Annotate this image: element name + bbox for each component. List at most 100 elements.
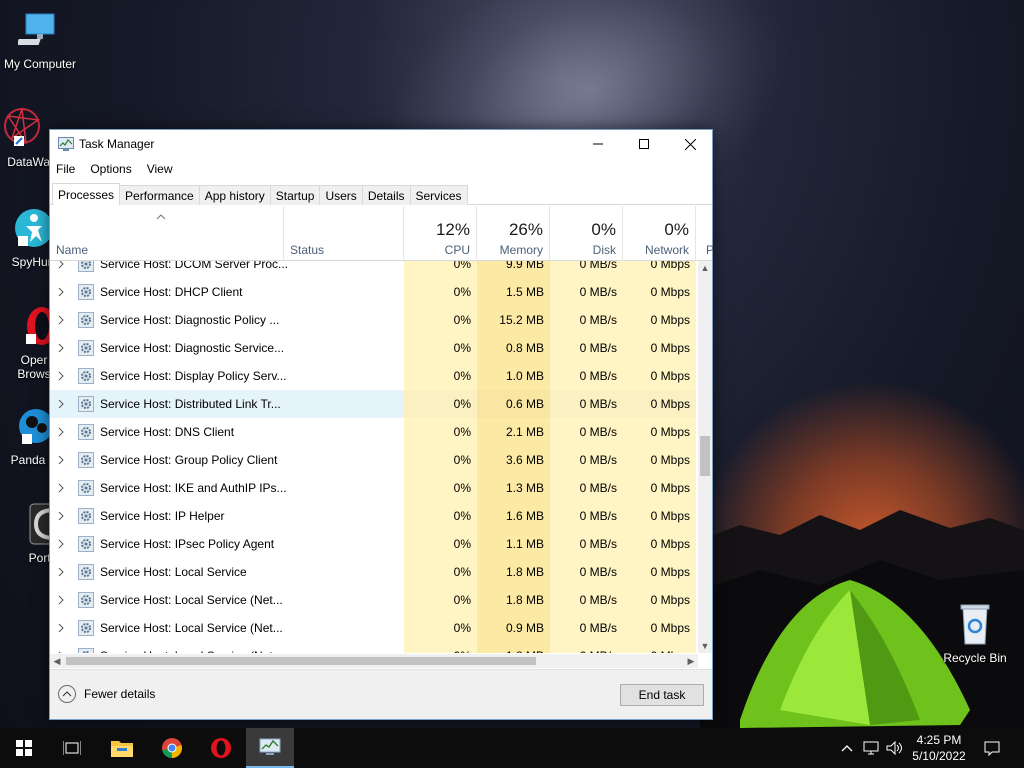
column-disk-label: Disk <box>592 243 616 257</box>
chevron-right-icon[interactable] <box>58 567 64 577</box>
process-network: 0 Mbps <box>623 642 696 653</box>
chrome-button[interactable] <box>148 728 196 768</box>
chevron-right-icon[interactable] <box>58 261 64 269</box>
service-gear-icon <box>78 564 94 580</box>
scroll-down-arrow-icon[interactable]: ▼ <box>698 639 712 653</box>
chevron-right-icon[interactable] <box>58 371 64 381</box>
process-row[interactable]: Service Host: DCOM Server Proc... 0% 9.9 M… <box>50 261 698 278</box>
process-row[interactable]: Service Host: DHCP Client 0% 1.5 MB 0 MB/s 0… <box>50 278 698 306</box>
chevron-right-icon[interactable] <box>58 315 64 325</box>
file-explorer-button[interactable] <box>98 728 146 768</box>
desktop-icon-my-computer[interactable]: My Computer <box>0 8 80 72</box>
process-row[interactable]: Service Host: Distributed Link Tr... 0% 0.… <box>50 390 698 418</box>
process-row[interactable]: Service Host: DNS Client 0% 2.1 MB 0 MB/s 0 … <box>50 418 698 446</box>
scroll-right-arrow-icon[interactable]: ▶ <box>684 654 698 668</box>
process-name: Service Host: Display Policy Serv... <box>100 369 287 383</box>
process-disk: 0 MB/s <box>550 306 623 334</box>
process-cpu: 0% <box>404 586 477 614</box>
maximize-icon <box>639 139 649 149</box>
chevron-right-icon[interactable] <box>58 539 64 549</box>
chevron-right-icon[interactable] <box>58 427 64 437</box>
task-manager-window[interactable]: Task Manager File Options View Processes… <box>49 129 714 720</box>
start-button[interactable] <box>0 728 48 768</box>
horizontal-scroll-thumb[interactable] <box>66 657 536 665</box>
scroll-up-arrow-icon[interactable]: ▲ <box>698 261 712 275</box>
process-name: Service Host: Local Service (Net... <box>100 642 283 653</box>
service-gear-icon <box>78 592 94 608</box>
end-task-button[interactable]: End task <box>620 684 704 706</box>
maximize-button[interactable] <box>621 130 667 158</box>
chevron-right-icon[interactable] <box>58 483 64 493</box>
chevron-right-icon[interactable] <box>58 511 64 521</box>
task-view-button[interactable] <box>48 728 96 768</box>
service-gear-icon <box>78 480 94 496</box>
tab-processes[interactable]: Processes <box>52 183 121 205</box>
fewer-details-toggle[interactable]: Fewer details <box>58 685 155 703</box>
process-row[interactable]: Service Host: IPsec Policy Agent 0% 1.1 MB… <box>50 530 698 558</box>
tab-app-history[interactable]: App history <box>198 185 271 205</box>
windows-start-icon <box>16 740 32 756</box>
process-row[interactable]: Service Host: Local Service (Net... 0%1.8… <box>50 642 698 653</box>
vertical-scroll-thumb[interactable] <box>700 436 710 476</box>
process-name-cell: Service Host: Group Policy Client <box>50 446 404 474</box>
chevron-right-icon[interactable] <box>58 595 64 605</box>
column-power[interactable]: P <box>696 206 714 261</box>
column-network[interactable]: 0% Network <box>623 206 696 261</box>
tab-users[interactable]: Users <box>319 185 363 205</box>
service-gear-icon <box>78 312 94 328</box>
horizontal-scrollbar[interactable]: ◀ ▶ <box>50 654 698 668</box>
vertical-scrollbar[interactable]: ▲ ▼ <box>698 261 712 653</box>
column-name[interactable]: Name <box>50 206 284 261</box>
footer: Fewer details End task <box>50 669 712 719</box>
chevron-right-icon[interactable] <box>58 651 64 653</box>
column-network-label: Network <box>644 243 689 257</box>
tab-startup[interactable]: Startup <box>269 185 321 205</box>
column-memory[interactable]: 26% Memory <box>477 206 550 261</box>
column-cpu[interactable]: 12% CPU <box>404 206 477 261</box>
network-total-pct: 0% <box>664 220 689 239</box>
taskbar-clock[interactable]: 4:25 PM 5/10/2022 <box>906 732 972 764</box>
action-center-button[interactable] <box>980 728 1004 768</box>
process-disk: 0 MB/s <box>550 362 623 390</box>
process-disk: 0 MB/s <box>550 642 623 653</box>
menu-options[interactable]: Options <box>90 162 131 176</box>
chevron-right-icon[interactable] <box>58 455 64 465</box>
title-bar[interactable]: Task Manager <box>50 130 712 158</box>
close-button[interactable] <box>667 130 713 158</box>
column-status[interactable]: Status <box>284 206 404 261</box>
process-row[interactable]: Service Host: Group Policy Client 0% 3.6 M… <box>50 446 698 474</box>
process-row[interactable]: Service Host: IP Helper 0% 1.6 MB 0 MB/s 0 M… <box>50 502 698 530</box>
process-row[interactable]: Service Host: Diagnostic Service... 0% 0.8… <box>50 334 698 362</box>
chevron-right-icon[interactable] <box>58 623 64 633</box>
service-gear-icon <box>78 536 94 552</box>
task-manager-taskbar-button[interactable] <box>246 728 294 768</box>
process-name: Service Host: DCOM Server Proc... <box>100 261 289 271</box>
process-row[interactable]: Service Host: Local Service 0% 1.8 MB 0 MB/… <box>50 558 698 586</box>
network-tray-button[interactable] <box>860 728 882 768</box>
process-memory: 0.9 MB <box>477 614 550 642</box>
scroll-left-arrow-icon[interactable]: ◀ <box>50 654 64 668</box>
process-cpu: 0% <box>404 446 477 474</box>
notification-icon <box>984 741 1000 756</box>
process-row[interactable]: Service Host: IKE and AuthIP IPs... 0% 1.3… <box>50 474 698 502</box>
tab-services[interactable]: Services <box>409 185 468 205</box>
tab-details[interactable]: Details <box>361 185 411 205</box>
column-disk[interactable]: 0% Disk <box>550 206 623 261</box>
menu-file[interactable]: File <box>56 162 75 176</box>
minimize-button[interactable] <box>575 130 621 158</box>
show-hidden-icons-button[interactable] <box>838 728 856 768</box>
chevron-right-icon[interactable] <box>58 287 64 297</box>
menu-view[interactable]: View <box>147 162 173 176</box>
volume-tray-button[interactable] <box>884 728 906 768</box>
opera-taskbar-button[interactable] <box>197 728 245 768</box>
tab-performance[interactable]: Performance <box>119 185 200 205</box>
process-row[interactable]: Service Host: Diagnostic Policy ... 0% 15.… <box>50 306 698 334</box>
process-network: 0 Mbps <box>623 362 696 390</box>
process-name-cell: Service Host: DNS Client <box>50 418 404 446</box>
process-row[interactable]: Service Host: Display Policy Serv... 0% 1.… <box>50 362 698 390</box>
process-row[interactable]: Service Host: Local Service (Net... 0% 0.9… <box>50 614 698 642</box>
desktop-icon-recycle-bin[interactable]: Recycle Bin <box>935 602 1015 666</box>
process-row[interactable]: Service Host: Local Service (Net... 0%1.8… <box>50 586 698 614</box>
chevron-right-icon[interactable] <box>58 399 64 409</box>
chevron-right-icon[interactable] <box>58 343 64 353</box>
